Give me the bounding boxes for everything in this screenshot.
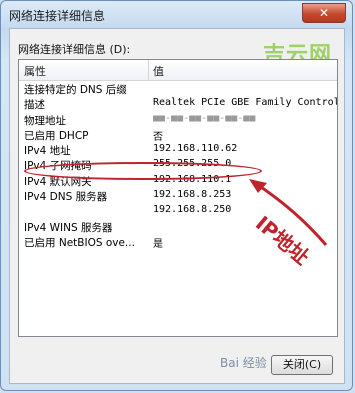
row-value: 是	[153, 238, 163, 250]
dialog-body: 网络连接详细信息 (D): 吉云网 属性 值 连接特定的 DNS 后缀 描述 Re…	[9, 28, 345, 384]
table-row[interactable]: 连接特定的 DNS 后缀	[19, 82, 337, 97]
ipv4-highlight-oval	[24, 162, 262, 180]
baidu-watermark: Bai 经验	[220, 356, 267, 370]
column-header-value[interactable]: 值	[153, 63, 164, 79]
row-property: 已启用 DHCP	[24, 129, 89, 142]
row-property: 物理地址	[24, 114, 66, 127]
close-button[interactable]: 关闭(C)	[271, 355, 333, 375]
row-value: Realtek PCIe GBE Family Controlle	[153, 97, 338, 109]
table-row[interactable]: IPv4 地址 192.168.110.62	[19, 143, 337, 158]
column-divider[interactable]	[148, 60, 149, 80]
title-close-icon[interactable]: ✕	[302, 3, 346, 23]
details-section-label: 网络连接详细信息 (D):	[18, 43, 131, 56]
row-property: IPv4 WINS 服务器	[24, 221, 113, 234]
listview-header: 属性 值	[19, 60, 337, 81]
row-property: IPv4 地址	[24, 145, 71, 158]
row-value: 192.168.8.253	[153, 189, 232, 201]
row-property: IPv4 DNS 服务器	[24, 191, 108, 204]
window-title: 网络连接详细信息	[9, 9, 106, 23]
row-property: 连接特定的 DNS 后缀	[24, 84, 127, 96]
row-value-redacted: ■■-■■-■■-■■-■■-■■	[153, 112, 256, 124]
row-property: 描述	[24, 99, 45, 112]
table-row[interactable]: 物理地址 ■■-■■-■■-■■-■■-■■	[19, 113, 337, 128]
row-value: 否	[153, 131, 163, 143]
details-listview[interactable]: 属性 值 连接特定的 DNS 后缀 描述 Realtek PCIe GBE Fam…	[18, 59, 338, 337]
row-value: 192.168.8.250	[153, 204, 232, 216]
row-value: 192.168.110.62	[153, 143, 238, 155]
details-dialog: 网络连接详细信息 ✕ 网络连接详细信息 (D): 吉云网 属性 值 连接特定的 …	[0, 0, 353, 391]
title-bar[interactable]: 网络连接详细信息 ✕	[9, 3, 346, 25]
row-property: 已启用 NetBIOS ove...	[24, 236, 135, 249]
column-header-property[interactable]: 属性	[24, 63, 46, 79]
table-row[interactable]: 描述 Realtek PCIe GBE Family Controlle	[19, 97, 337, 112]
table-row[interactable]: 已启用 DHCP 否	[19, 128, 337, 143]
